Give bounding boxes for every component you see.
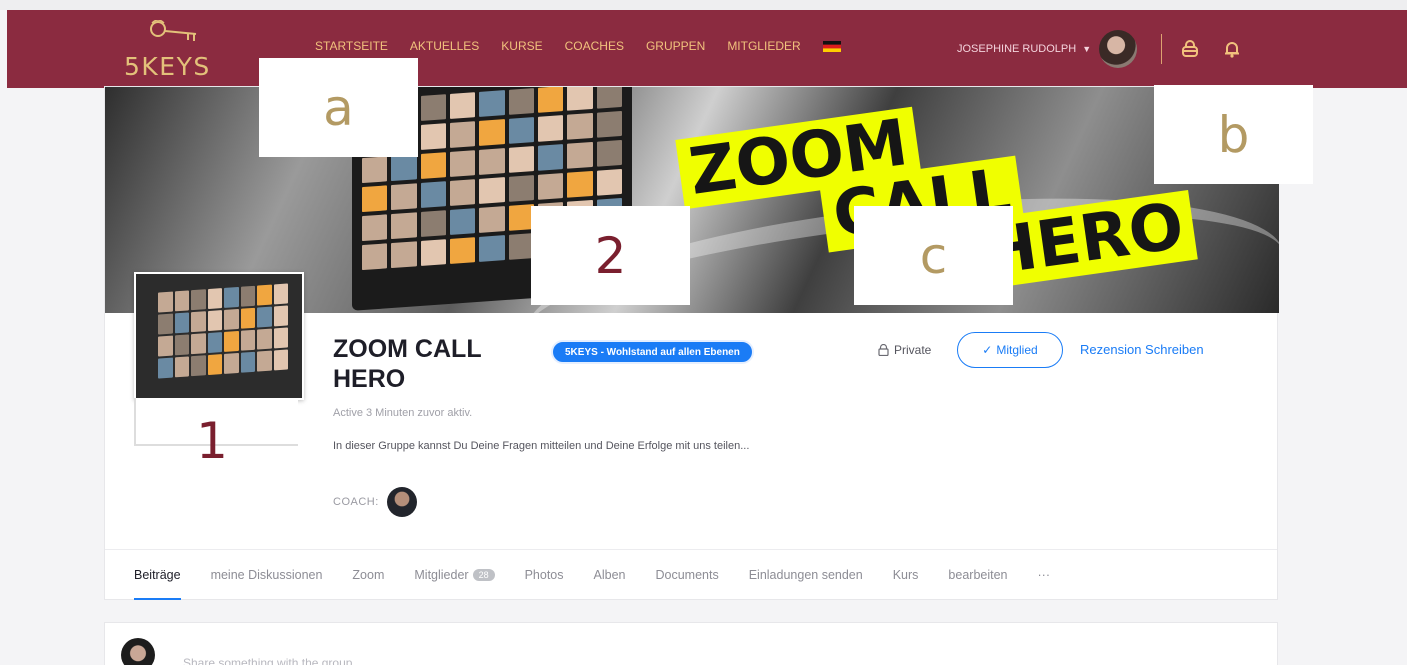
tab-mitglieder[interactable]: Mitglieder 28 — [414, 550, 495, 600]
main-navigation-bar: 5KEYS STARTSEITE AKTUELLES KURSE COACHES… — [7, 10, 1407, 88]
tab-bearbeiten[interactable]: bearbeiten — [948, 550, 1007, 600]
nav-item-kurse[interactable]: KURSE — [501, 39, 542, 53]
privacy-status: Private — [878, 343, 931, 357]
annotation-label-b: b — [1154, 85, 1313, 184]
tab-zoom[interactable]: Zoom — [352, 550, 384, 600]
composer-avatar — [121, 638, 155, 665]
group-tabs: Beiträge meine Diskussionen Zoom Mitglie… — [105, 549, 1277, 600]
tab-alben[interactable]: Alben — [594, 550, 626, 600]
group-activity-status: Active 3 Minuten zuvor aktiv. — [333, 407, 473, 419]
cart-icon[interactable] — [1180, 39, 1200, 59]
coach-label: COACH: — [333, 496, 379, 508]
german-flag-icon[interactable] — [822, 40, 841, 52]
annotation-label-1: 1 — [196, 412, 228, 470]
tab-beitraege[interactable]: Beiträge — [134, 550, 181, 600]
tab-mitglieder-label: Mitglieder — [414, 567, 469, 582]
group-description: In dieser Gruppe kannst Du Deine Fragen … — [333, 440, 750, 452]
tab-einladungen-senden[interactable]: Einladungen senden — [749, 550, 863, 600]
site-logo[interactable]: 5KEYS — [124, 16, 234, 82]
nav-item-mitglieder[interactable]: MITGLIEDER — [727, 39, 800, 53]
window-top-strip — [0, 0, 1407, 10]
nav-item-gruppen[interactable]: GRUPPEN — [646, 39, 705, 53]
nav-divider — [1161, 34, 1163, 64]
bell-icon[interactable] — [1222, 39, 1242, 59]
logo-text: 5KEYS — [124, 52, 211, 81]
user-avatar[interactable] — [1099, 30, 1138, 68]
nav-item-startseite[interactable]: STARTSEITE — [315, 39, 388, 53]
group-avatar-image[interactable] — [134, 272, 304, 400]
tab-documents[interactable]: Documents — [655, 550, 718, 600]
group-type-badge[interactable]: 5KEYS - Wohlstand auf allen Ebenen — [551, 340, 754, 364]
tab-meine-diskussionen[interactable]: meine Diskussionen — [211, 550, 323, 600]
chevron-down-icon[interactable]: ▼ — [1082, 44, 1091, 54]
member-status-button[interactable]: ✓ Mitglied — [957, 332, 1063, 368]
check-icon: ✓ — [982, 343, 993, 357]
nav-item-aktuelles[interactable]: AKTUELLES — [410, 39, 479, 53]
tab-kurs[interactable]: Kurs — [893, 550, 919, 600]
nav-item-coaches[interactable]: COACHES — [565, 39, 624, 53]
write-review-link[interactable]: Rezension Schreiben — [1080, 342, 1204, 357]
member-button-label: Mitglied — [996, 343, 1038, 357]
lock-icon — [878, 344, 889, 356]
composer-input[interactable]: Share something with the group... — [183, 656, 362, 665]
annotation-label-c: c — [854, 206, 1013, 305]
nav-menu: STARTSEITE AKTUELLES KURSE COACHES GRUPP… — [315, 39, 841, 53]
user-name[interactable]: JOSEPHINE RUDOLPH — [957, 43, 1076, 55]
more-tabs-button[interactable]: ··· — [1038, 550, 1051, 600]
member-count-badge: 28 — [472, 568, 495, 581]
annotation-label-2: 2 — [531, 206, 690, 305]
post-composer[interactable]: Share something with the group... — [104, 622, 1278, 665]
group-title: ZOOM CALL HERO — [333, 335, 482, 393]
privacy-label: Private — [894, 343, 932, 357]
user-menu: JOSEPHINE RUDOLPH ▼ — [957, 30, 1264, 68]
annotation-label-a: a — [259, 58, 418, 157]
coach-avatar[interactable] — [386, 487, 417, 517]
thumb-tile-grid — [158, 283, 288, 379]
coach-row: COACH: — [333, 487, 417, 517]
tab-photos[interactable]: Photos — [525, 550, 564, 600]
key-icon — [150, 20, 197, 41]
